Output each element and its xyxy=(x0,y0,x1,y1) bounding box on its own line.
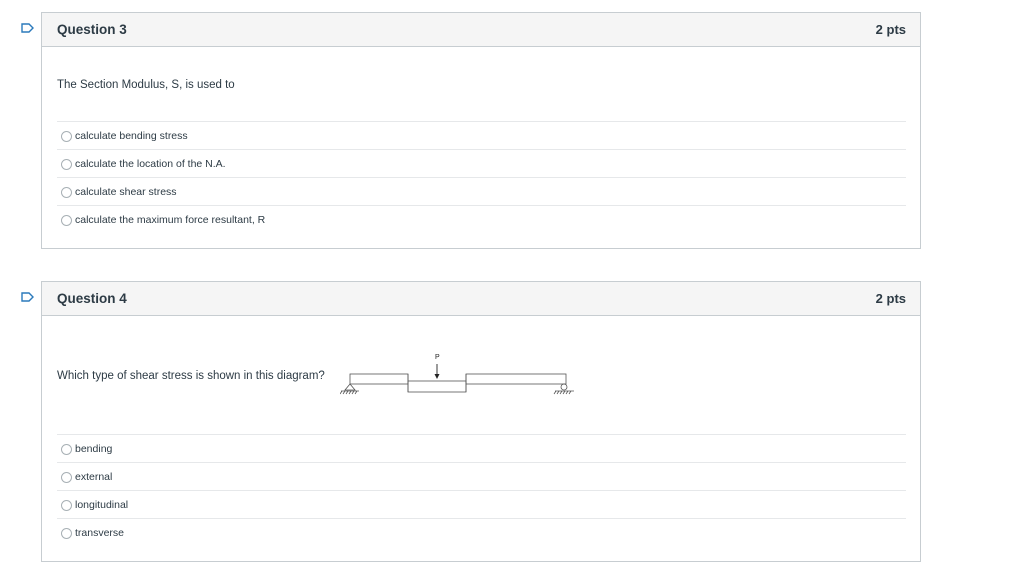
answer-label[interactable]: calculate bending stress xyxy=(75,130,188,142)
radio-button[interactable] xyxy=(61,131,72,142)
radio-button[interactable] xyxy=(61,444,72,455)
answer-option[interactable]: calculate the location of the N.A. xyxy=(57,149,906,177)
answer-option[interactable]: external xyxy=(57,462,906,490)
answer-label[interactable]: external xyxy=(75,471,112,483)
load-label: P xyxy=(435,354,440,361)
question-header: Question 3 2 pts xyxy=(42,13,920,47)
question-card-4: Question 4 2 pts Which type of shear str… xyxy=(41,281,921,562)
beam-diagram: P xyxy=(340,354,574,395)
radio-button[interactable] xyxy=(61,159,72,170)
answer-option[interactable]: calculate the maximum force resultant, R xyxy=(57,205,906,233)
answer-list: bending external longitudinal transverse xyxy=(57,434,906,546)
radio-button[interactable] xyxy=(61,500,72,511)
flag-question-icon[interactable] xyxy=(21,23,34,33)
answer-label[interactable]: calculate the maximum force resultant, R xyxy=(75,214,265,226)
radio-button[interactable] xyxy=(61,472,72,483)
question-points: 2 pts xyxy=(875,291,906,306)
pin-support-icon xyxy=(340,383,359,395)
radio-button[interactable] xyxy=(61,215,72,226)
question-title: Question 3 xyxy=(57,22,127,37)
answer-option[interactable]: transverse xyxy=(57,518,906,546)
answer-label[interactable]: calculate shear stress xyxy=(75,186,177,198)
answer-list: calculate bending stress calculate the l… xyxy=(57,121,906,233)
answer-label[interactable]: calculate the location of the N.A. xyxy=(75,158,226,170)
flag-question-icon[interactable] xyxy=(21,292,34,302)
roller-support-icon xyxy=(553,383,574,395)
question-text: The Section Modulus, S, is used to xyxy=(57,79,235,91)
question-header: Question 4 2 pts xyxy=(42,282,920,316)
question-text: Which type of shear stress is shown in t… xyxy=(57,370,325,382)
question-points: 2 pts xyxy=(875,22,906,37)
answer-option[interactable]: longitudinal xyxy=(57,490,906,518)
answer-label[interactable]: longitudinal xyxy=(75,499,128,511)
question-title: Question 4 xyxy=(57,291,127,306)
radio-button[interactable] xyxy=(61,187,72,198)
answer-option[interactable]: calculate bending stress xyxy=(57,121,906,149)
answer-label[interactable]: transverse xyxy=(75,527,124,539)
answer-option[interactable]: calculate shear stress xyxy=(57,177,906,205)
answer-option[interactable]: bending xyxy=(57,434,906,462)
question-card-3: Question 3 2 pts The Section Modulus, S,… xyxy=(41,12,921,249)
answer-label[interactable]: bending xyxy=(75,443,112,455)
radio-button[interactable] xyxy=(61,528,72,539)
load-arrow-icon xyxy=(434,364,440,379)
